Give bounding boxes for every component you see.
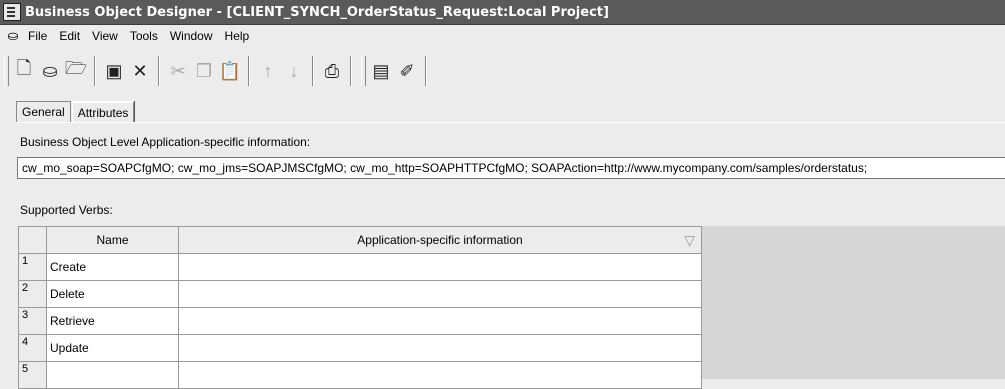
title-bar: Business Object Designer - [CLIENT_SYNCH…: [0, 0, 1005, 25]
toolbar: 🗋 ⛀ 🗁 ▣ ✕ ✂ ❐ 📋 ↑ ↓ ⎙ ▤ ✐: [0, 51, 1005, 91]
sort-filter-icon[interactable]: ▽: [684, 232, 695, 249]
row-number[interactable]: 5: [18, 361, 47, 389]
new-document-icon[interactable]: 🗋: [11, 58, 37, 84]
tab-attributes[interactable]: Attributes: [71, 101, 135, 123]
toolbar-separator: [425, 56, 427, 86]
verb-name-cell[interactable]: [46, 361, 179, 389]
open-folder-icon[interactable]: 🗁: [63, 58, 89, 84]
row-number[interactable]: 1: [18, 253, 47, 281]
verb-appinfo-cell[interactable]: [178, 361, 702, 389]
table-row[interactable]: 3 Retrieve: [18, 307, 702, 335]
bo-appinfo-label: Business Object Level Application-specif…: [20, 135, 311, 149]
menu-tools[interactable]: Tools: [124, 29, 164, 43]
toolbar-separator: [158, 56, 160, 86]
table-row[interactable]: 5: [18, 361, 702, 389]
open-project-icon[interactable]: ⛀: [37, 58, 63, 84]
toolbar-grip[interactable]: [4, 56, 9, 86]
row-number[interactable]: 2: [18, 280, 47, 308]
column-header-app-info-label: Application-specific information: [357, 233, 523, 247]
verb-name-cell[interactable]: Retrieve: [46, 307, 179, 335]
save-icon[interactable]: ▣: [101, 58, 127, 84]
move-down-icon[interactable]: ↓: [281, 58, 307, 84]
delete-icon[interactable]: ✕: [127, 58, 153, 84]
toolbar-separator: [312, 56, 314, 86]
supported-verbs-table: Name Application-specific information ▽ …: [18, 226, 702, 389]
column-header-name[interactable]: Name: [46, 226, 179, 254]
table-row[interactable]: 1 Create: [18, 253, 702, 281]
document-menu-icon[interactable]: ⛀: [4, 28, 22, 44]
menu-help[interactable]: Help: [219, 29, 256, 43]
app-icon: [3, 3, 21, 21]
tab-general[interactable]: General: [16, 101, 71, 122]
copy-icon[interactable]: ❐: [191, 58, 217, 84]
tab-panel-border: [14, 122, 1005, 123]
verb-name-cell[interactable]: Create: [46, 253, 179, 281]
verb-appinfo-cell[interactable]: [178, 334, 702, 362]
table-corner[interactable]: [18, 226, 47, 254]
toolbar-separator: [248, 56, 250, 86]
wizard-icon[interactable]: ✐: [394, 58, 420, 84]
verb-appinfo-cell[interactable]: [178, 307, 702, 335]
cut-icon[interactable]: ✂: [165, 58, 191, 84]
supported-verbs-label: Supported Verbs:: [20, 203, 113, 217]
verb-name-cell[interactable]: Delete: [46, 280, 179, 308]
verb-appinfo-cell[interactable]: [178, 280, 702, 308]
verb-name-cell[interactable]: Update: [46, 334, 179, 362]
menu-bar: ⛀ File Edit View Tools Window Help: [0, 25, 1005, 47]
toolbar-grip[interactable]: [361, 56, 366, 86]
bo-appinfo-field[interactable]: cw_mo_soap=SOAPCfgMO; cw_mo_jms=SOAPJMSC…: [17, 157, 1005, 179]
table-row[interactable]: 4 Update: [18, 334, 702, 362]
move-up-icon[interactable]: ↑: [255, 58, 281, 84]
menu-view[interactable]: View: [86, 29, 124, 43]
menu-file[interactable]: File: [22, 29, 53, 43]
toolbar-separator: [94, 56, 96, 86]
row-number[interactable]: 4: [18, 334, 47, 362]
verb-appinfo-cell[interactable]: [178, 253, 702, 281]
menu-edit[interactable]: Edit: [53, 29, 86, 43]
table-row[interactable]: 2 Delete: [18, 280, 702, 308]
menu-window[interactable]: Window: [164, 29, 219, 43]
row-number[interactable]: 3: [18, 307, 47, 335]
properties-icon[interactable]: ▤: [368, 58, 394, 84]
tab-strip: General Attributes: [16, 100, 135, 123]
print-icon[interactable]: ⎙: [319, 58, 345, 84]
paste-icon[interactable]: 📋: [217, 58, 243, 84]
toolbar-separator: [350, 56, 352, 86]
window-title: Business Object Designer - [CLIENT_SYNCH…: [25, 4, 609, 20]
column-header-app-info[interactable]: Application-specific information ▽: [178, 226, 702, 254]
